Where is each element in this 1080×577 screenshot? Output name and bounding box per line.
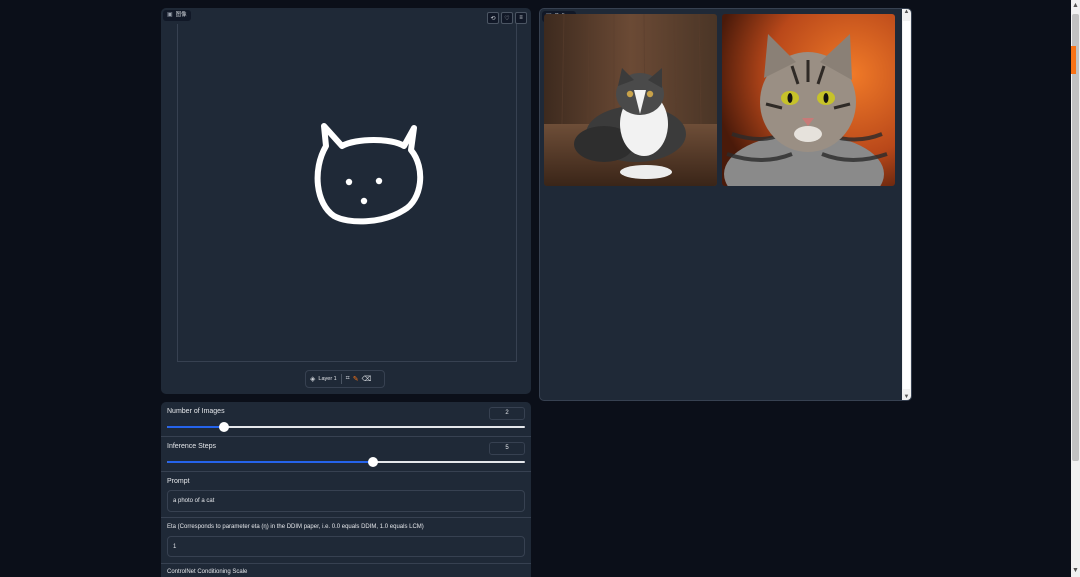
slider-fill xyxy=(167,426,225,428)
eta-label: Eta (Corresponds to parameter eta (η) in… xyxy=(167,524,424,530)
controlnet-scale-label: ControlNet Conditioning Scale xyxy=(167,569,248,575)
layer-label: Layer 1 xyxy=(318,376,337,382)
inference-steps-input[interactable]: 5 xyxy=(489,442,525,455)
num-images-input[interactable]: 2 xyxy=(489,407,525,420)
scroll-up-icon[interactable]: ▲ xyxy=(902,9,911,15)
prompt-control: Prompt a photo of a cat xyxy=(161,472,531,517)
image-icon: ▣ xyxy=(167,12,173,18)
prompt-input[interactable]: a photo of a cat xyxy=(167,490,525,512)
scroll-thumb[interactable] xyxy=(903,21,910,389)
scroll-thumb[interactable] xyxy=(1072,14,1079,461)
heart-icon: ♡ xyxy=(504,15,510,22)
crop-icon[interactable]: ⌗ xyxy=(346,375,350,383)
editor-top-tools: ⟲ ♡ ≡ xyxy=(487,12,527,24)
inference-steps-slider[interactable] xyxy=(167,457,525,467)
menu-button[interactable]: ≡ xyxy=(515,12,527,24)
undo-icon: ⟲ xyxy=(490,15,496,22)
num-images-slider[interactable] xyxy=(167,422,525,432)
layers-icon: ◈ xyxy=(310,376,316,383)
slider-handle[interactable] xyxy=(219,422,230,432)
slider-fill xyxy=(167,461,373,463)
cat-sitting-photo xyxy=(544,14,717,186)
controlnet-scale-control: ControlNet Conditioning Scale xyxy=(161,564,531,577)
prompt-label: Prompt xyxy=(167,478,190,485)
cat-sketch xyxy=(314,123,424,225)
inference-steps-label: Inference Steps xyxy=(167,443,217,450)
gallery-thumbnail[interactable] xyxy=(544,14,717,186)
image-editor-label: ▣ 图像 xyxy=(163,10,191,21)
gallery-scrollbar[interactable]: ▲ ▼ xyxy=(902,9,911,400)
eta-control: Eta (Corresponds to parameter eta (η) in… xyxy=(161,518,531,563)
gallery-panel: ▤ Gallery xyxy=(539,8,912,401)
brush-icon[interactable]: ✎ xyxy=(353,375,359,383)
num-images-label: Number of Images xyxy=(167,408,225,415)
tool-group: ⌗ ✎ ⌫ xyxy=(342,371,376,387)
gallery-thumbnail[interactable] xyxy=(722,14,895,186)
tabby-cat-portrait xyxy=(722,14,895,186)
scroll-down-icon[interactable]: ▼ xyxy=(1071,565,1080,577)
layer-toolbar: ◈ Layer 1 ⌗ ✎ ⌫ xyxy=(305,370,385,388)
scroll-up-icon[interactable]: ▲ xyxy=(1071,0,1080,12)
page-scrollbar[interactable]: ▲ ▼ xyxy=(1071,0,1080,577)
drawing-canvas[interactable] xyxy=(177,24,517,362)
eta-input[interactable]: 1 xyxy=(167,536,525,557)
undo-button[interactable]: ⟲ xyxy=(487,12,499,24)
scroll-position-marker xyxy=(1071,46,1076,74)
inference-steps-control: Inference Steps 5 xyxy=(161,437,531,471)
scroll-down-icon[interactable]: ▼ xyxy=(902,394,911,400)
image-editor-panel: ▣ 图像 ⟲ ♡ ≡ ◈ Layer 1 ⌗ ✎ ⌫ xyxy=(161,8,531,394)
favorite-button[interactable]: ♡ xyxy=(501,12,513,24)
menu-icon: ≡ xyxy=(519,15,523,21)
eraser-icon[interactable]: ⌫ xyxy=(362,375,372,383)
slider-handle[interactable] xyxy=(367,457,378,467)
num-images-control: Number of Images 2 xyxy=(161,402,531,436)
layer-selector[interactable]: ◈ Layer 1 xyxy=(306,371,341,387)
